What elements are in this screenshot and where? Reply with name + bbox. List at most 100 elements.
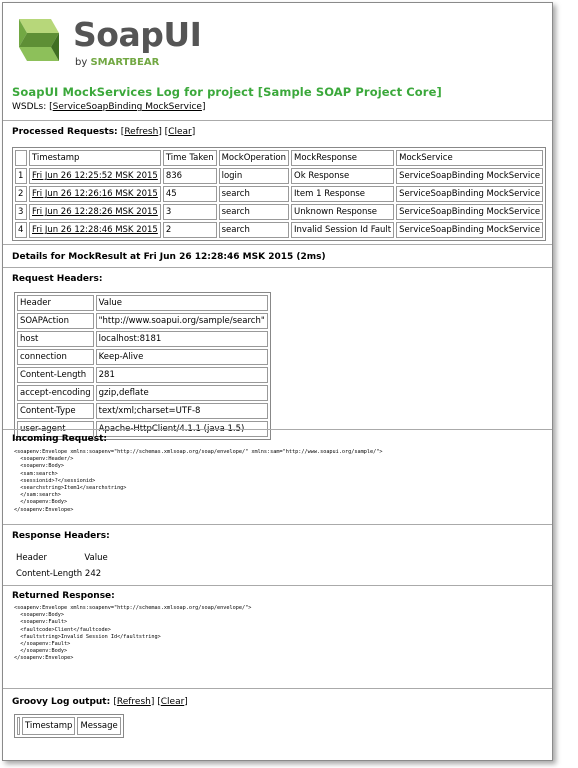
groovy-clear-link[interactable]: Clear <box>161 697 185 707</box>
header-name: host <box>17 331 94 347</box>
page-title: SoapUI MockServices Log for project [Sam… <box>12 85 442 99</box>
groovy-log-table: Timestamp Message <box>14 714 124 738</box>
column-mock-service: MockService <box>396 150 544 166</box>
mock-operation-cell: login <box>218 168 290 184</box>
divider <box>3 524 552 525</box>
timestamp-link[interactable]: Fri Jun 26 12:26:16 MSK 2015 <box>32 189 158 199</box>
wsdl-link[interactable]: ServiceSoapBinding MockService <box>53 102 202 112</box>
processed-refresh-link[interactable]: Refresh <box>124 127 158 137</box>
column-timestamp: Timestamp <box>22 717 76 735</box>
header-value: "http://www.soapui.org/sample/search" <box>95 313 268 329</box>
mock-response-cell: Item 1 Response <box>291 186 395 202</box>
groovy-log-title: Groovy Log output: <box>12 697 111 707</box>
returned-response-body: <soapenv:Envelope xmlns:soapenv="http://… <box>14 605 252 662</box>
header-name: Content-Type <box>17 403 94 419</box>
header-name: accept-encoding <box>17 385 94 401</box>
mock-operation-cell: search <box>218 204 290 220</box>
response-headers-title: Response Headers: <box>12 531 110 541</box>
wsdl-line: WSDLs: [ServiceSoapBinding MockService] <box>12 102 206 112</box>
table-header-row: Timestamp Message <box>17 717 121 735</box>
time-taken-cell: 836 <box>162 168 217 184</box>
divider <box>3 244 552 245</box>
column-index <box>17 717 20 735</box>
table-row: SOAPAction "http://www.soapui.org/sample/… <box>17 313 268 329</box>
timestamp-link[interactable]: Fri Jun 26 12:28:26 MSK 2015 <box>32 207 158 217</box>
table-row: accept-encoding gzip,deflate <box>17 385 268 401</box>
row-index: 4 <box>15 222 27 238</box>
column-header: Header <box>17 295 94 311</box>
column-header: Header <box>16 553 47 563</box>
processed-requests-header: Processed Requests: [Refresh] [Clear] <box>12 127 196 137</box>
processed-requests-title: Processed Requests: <box>12 127 118 137</box>
mock-response-cell: Ok Response <box>291 168 395 184</box>
incoming-request-body: <soapenv:Envelope xmlns:soapenv="http://… <box>14 449 383 513</box>
response-headers-row: Content-Length 242 <box>16 569 101 579</box>
table-row: 2 Fri Jun 26 12:26:16 MSK 2015 45 search… <box>15 186 544 202</box>
divider <box>3 429 552 430</box>
header-value: localhost:8181 <box>95 331 268 347</box>
mock-response-cell: Invalid Session Id Fault <box>291 222 395 238</box>
mock-service-cell: ServiceSoapBinding MockService <box>396 204 544 220</box>
wsdl-label: WSDLs: <box>12 102 47 112</box>
table-row: host localhost:8181 <box>17 331 268 347</box>
header-name: Content-Length <box>16 569 83 579</box>
time-taken-cell: 45 <box>162 186 217 202</box>
table-row: 3 Fri Jun 26 12:28:26 MSK 2015 3 search … <box>15 204 544 220</box>
divider <box>3 120 552 121</box>
header-value: 242 <box>84 569 102 579</box>
header-name: connection <box>17 349 94 365</box>
header-value: text/xml;charset=UTF-8 <box>95 403 268 419</box>
soapui-logo-icon <box>19 19 59 61</box>
log-page: SoapUI by SMARTBEAR SoapUI MockServices … <box>2 2 553 761</box>
column-value: Value <box>95 295 268 311</box>
groovy-refresh-link[interactable]: Refresh <box>117 697 151 707</box>
mock-service-cell: ServiceSoapBinding MockService <box>396 222 544 238</box>
column-time-taken: Time Taken <box>162 150 217 166</box>
processed-clear-link[interactable]: Clear <box>168 127 192 137</box>
divider <box>3 688 552 689</box>
header-name: Content-Length <box>17 367 94 383</box>
table-row: 4 Fri Jun 26 12:28:46 MSK 2015 2 search … <box>15 222 544 238</box>
divider <box>3 267 552 268</box>
incoming-request-title: Incoming Request: <box>12 434 107 444</box>
table-header-row: Timestamp Time Taken MockOperation MockR… <box>15 150 544 166</box>
request-headers-title: Request Headers: <box>12 274 103 284</box>
groovy-log-header: Groovy Log output: [Refresh] [Clear] <box>12 697 188 707</box>
row-index: 1 <box>15 168 27 184</box>
table-row: Content-Type text/xml;charset=UTF-8 <box>17 403 268 419</box>
brand-byline: by SMARTBEAR <box>75 57 160 68</box>
row-index: 3 <box>15 204 27 220</box>
time-taken-cell: 2 <box>162 222 217 238</box>
details-title: Details for MockResult at Fri Jun 26 12:… <box>12 252 326 262</box>
header-value: Keep-Alive <box>95 349 268 365</box>
header-name: SOAPAction <box>17 313 94 329</box>
row-index: 2 <box>15 186 27 202</box>
mock-service-cell: ServiceSoapBinding MockService <box>396 168 544 184</box>
mock-service-cell: ServiceSoapBinding MockService <box>396 186 544 202</box>
mock-operation-cell: search <box>218 222 290 238</box>
response-headers-columns: Header Value <box>16 553 108 563</box>
column-mock-operation: MockOperation <box>218 150 290 166</box>
divider <box>3 585 552 586</box>
processed-requests-table: Timestamp Time Taken MockOperation MockR… <box>12 147 547 241</box>
column-mock-response: MockResponse <box>291 150 395 166</box>
time-taken-cell: 3 <box>162 204 217 220</box>
table-row: 1 Fri Jun 26 12:25:52 MSK 2015 836 login… <box>15 168 544 184</box>
timestamp-link[interactable]: Fri Jun 26 12:28:46 MSK 2015 <box>32 225 158 235</box>
column-message: Message <box>77 717 121 735</box>
table-row: connection Keep-Alive <box>17 349 268 365</box>
column-index <box>15 150 27 166</box>
mock-operation-cell: search <box>218 186 290 202</box>
brand-company: SMARTBEAR <box>90 57 160 68</box>
header-value: 281 <box>95 367 268 383</box>
returned-response-title: Returned Response: <box>12 591 115 601</box>
timestamp-link[interactable]: Fri Jun 26 12:25:52 MSK 2015 <box>32 171 158 181</box>
table-header-row: Header Value <box>17 295 268 311</box>
mock-response-cell: Unknown Response <box>291 204 395 220</box>
column-value: Value <box>84 553 108 563</box>
header-value: gzip,deflate <box>95 385 268 401</box>
request-headers-table: Header Value SOAPAction "http://www.soapu… <box>14 292 271 440</box>
soapui-logo: SoapUI by SMARTBEAR <box>11 11 211 73</box>
table-row: Content-Length 281 <box>17 367 268 383</box>
column-timestamp: Timestamp <box>29 150 161 166</box>
